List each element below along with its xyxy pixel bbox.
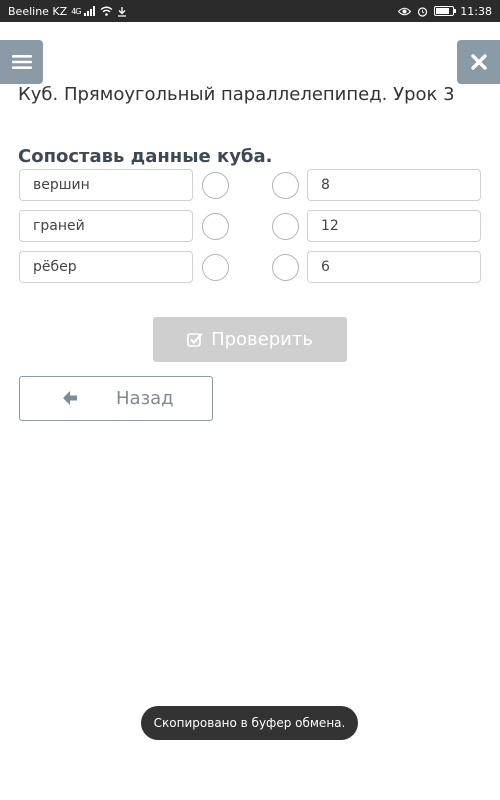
lesson-title: Куб. Прямоугольный параллелепипед. Урок … — [18, 84, 455, 105]
carrier-group: Beeline KZ 4G — [8, 5, 127, 18]
check-button-label: Проверить — [211, 329, 313, 350]
match-right-item[interactable]: 8 — [307, 169, 481, 201]
download-icon — [118, 6, 127, 17]
close-button[interactable] — [457, 40, 500, 84]
match-right-label: 6 — [321, 259, 330, 275]
alarm-icon — [418, 6, 428, 17]
left-connector-dot[interactable] — [202, 213, 229, 240]
match-right-item[interactable]: 12 — [307, 210, 481, 242]
battery-icon — [434, 6, 457, 16]
wifi-icon — [101, 6, 113, 16]
back-button[interactable]: Назад — [19, 376, 213, 421]
carrier-name: Beeline KZ — [8, 4, 68, 18]
task-title: Сопоставь данные куба. — [18, 146, 273, 167]
match-left-label: рёбер — [33, 259, 77, 275]
signal-icon — [84, 6, 96, 16]
menu-button[interactable] — [0, 40, 43, 84]
toast-message: Скопировано в буфер обмена. — [153, 716, 346, 730]
match-left-label: граней — [33, 218, 85, 234]
clock: 11:38 — [460, 4, 492, 18]
battery-level — [436, 8, 450, 14]
arrow-left-icon — [63, 391, 77, 405]
network-type: 4G — [71, 6, 81, 16]
left-connector-dot[interactable] — [202, 254, 229, 281]
match-left-item[interactable]: граней — [19, 210, 193, 242]
match-right-item[interactable]: 6 — [307, 251, 481, 283]
eye-icon — [398, 7, 412, 15]
match-left-label: вершин — [33, 177, 90, 193]
status-bar: Beeline KZ 4G 11:38 — [0, 0, 500, 22]
check-button[interactable]: Проверить — [153, 317, 347, 362]
match-left-item[interactable]: рёбер — [19, 251, 193, 283]
close-icon — [470, 54, 487, 70]
left-connector-dot[interactable] — [202, 172, 229, 199]
right-connector-dot[interactable] — [272, 213, 299, 240]
match-right-label: 12 — [321, 218, 339, 234]
back-button-label: Назад — [116, 388, 174, 409]
right-connector-dot[interactable] — [272, 172, 299, 199]
checkbox-icon — [187, 332, 203, 347]
match-right-label: 8 — [321, 177, 330, 193]
status-right: 11:38 — [398, 5, 492, 18]
match-left-item[interactable]: вершин — [19, 169, 193, 201]
hamburger-icon — [11, 55, 32, 69]
toast-notification: Скопировано в буфер обмена. — [141, 706, 358, 740]
right-connector-dot[interactable] — [272, 254, 299, 281]
